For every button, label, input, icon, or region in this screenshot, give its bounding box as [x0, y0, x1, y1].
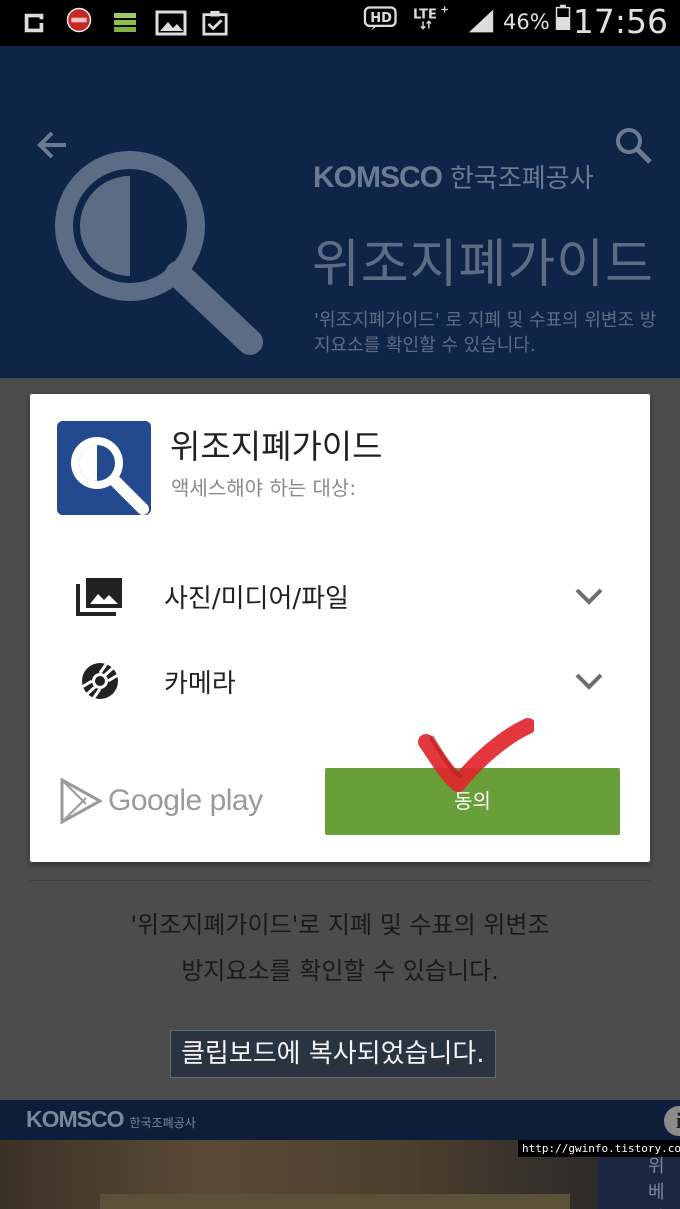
notification-badge-icon — [66, 7, 92, 33]
hd-voice-icon: HD — [363, 6, 397, 31]
photo-media-icon — [76, 578, 122, 616]
clipboard-toast: 클립보드에 복사되었습니다. — [170, 1030, 496, 1078]
description-line-2: 방지요소를 확인할 수 있습니다. — [181, 957, 499, 985]
red-checkmark-annotation — [418, 718, 534, 792]
magnifier-logo-icon — [55, 151, 263, 355]
divider — [30, 880, 650, 881]
clock: 17:56 — [572, 2, 668, 41]
permission-row-media[interactable]: 사진/미디어/파일 — [30, 566, 650, 626]
screen: HD LTE + 46% 17:56 KOMSCO 한국조폐공사 위조지폐가이드… — [0, 0, 680, 1209]
chevron-down-icon[interactable] — [574, 671, 604, 691]
permission-row-camera[interactable]: 카메라 — [30, 651, 650, 711]
brand-line: KOMSCO 한국조폐공사 — [313, 158, 594, 195]
battery-icon — [555, 4, 571, 30]
chevron-down-icon[interactable] — [574, 586, 604, 606]
svg-text:LTE: LTE — [413, 7, 437, 22]
brand-korean: 한국조폐공사 — [450, 164, 594, 194]
banner-stripe — [100, 1194, 570, 1209]
permission-label-camera: 카메라 — [164, 669, 236, 699]
search-icon[interactable] — [614, 126, 654, 166]
watermark: http://gwinfo.tistory.com — [518, 1140, 680, 1157]
footer-logo-text: KOMSCO — [26, 1106, 124, 1132]
komsco-logo: KOMSCO — [313, 161, 443, 194]
app-icon — [57, 421, 151, 515]
header-title: 위조지폐가이드 — [312, 235, 654, 295]
dialog-app-name: 위조지폐가이드 — [170, 427, 383, 466]
gallery-icon — [155, 10, 187, 36]
header-subtitle: '위조지폐가이드' 로 지폐 및 수표의 위변조 방지요소를 확인할 수 있습니… — [314, 310, 657, 356]
banner-side-line-1: 위베 — [648, 1156, 665, 1203]
permission-dialog: 위조지폐가이드 액세스해야 하는 대상: 사진/미디어/파일 카메라 Googl… — [30, 394, 650, 862]
page-description: '위조지폐가이드'로 지폐 및 수표의 위변조 방지요소를 확인할 수 있습니다… — [0, 902, 680, 994]
dialog-access-label: 액세스해야 하는 대상: — [171, 476, 357, 500]
play-triangle-icon — [60, 778, 102, 824]
google-play-logo: Google play — [60, 778, 263, 824]
footer-logo: KOMSCO 한국조폐공사 — [26, 1106, 196, 1133]
footer-logo-korean: 한국조폐공사 — [129, 1116, 196, 1130]
google-play-text: Google play — [108, 784, 263, 817]
footer-bar: KOMSCO 한국조폐공사 i — [0, 1100, 680, 1140]
app-header: KOMSCO 한국조폐공사 위조지폐가이드 '위조지폐가이드' 로 지폐 및 수… — [0, 46, 680, 378]
stack-icon — [114, 13, 136, 32]
battery-percent: 46% — [503, 10, 550, 34]
signal-icon — [468, 9, 494, 33]
clipboard-check-icon — [202, 10, 228, 36]
app-icon-magnifier-icon — [57, 421, 151, 515]
notification-app-icon — [24, 13, 44, 33]
lte-icon: LTE + — [413, 5, 449, 30]
svg-text:HD: HD — [370, 11, 392, 26]
camera-shutter-icon — [81, 662, 119, 700]
permission-label-media: 사진/미디어/파일 — [164, 584, 349, 614]
status-bar: HD LTE + 46% 17:56 — [0, 0, 680, 46]
svg-text:+: + — [440, 5, 448, 16]
info-icon[interactable]: i — [664, 1106, 680, 1136]
description-line-1: '위조지폐가이드'로 지폐 및 수표의 위변조 — [130, 911, 550, 939]
